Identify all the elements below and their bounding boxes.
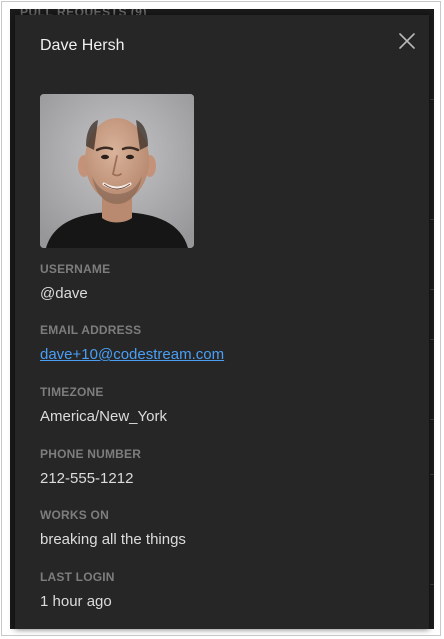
- user-profile-panel: Dave Hersh USERNAME @dave EMAIL ADDRESS …: [15, 15, 429, 629]
- works-on-label: WORKS ON: [40, 508, 109, 522]
- timezone-label: TIMEZONE: [40, 385, 104, 399]
- last-login-label: LAST LOGIN: [40, 570, 115, 584]
- profile-name: Dave Hersh: [40, 37, 125, 54]
- close-button[interactable]: [398, 32, 416, 50]
- timezone-value: America/New_York: [40, 408, 167, 425]
- avatar: [40, 94, 194, 248]
- close-icon: [399, 33, 415, 49]
- phone-label: PHONE NUMBER: [40, 447, 142, 461]
- works-on-value: breaking all the things: [40, 531, 186, 548]
- last-login-value: 1 hour ago: [40, 593, 112, 610]
- email-label: EMAIL ADDRESS: [40, 323, 142, 337]
- avatar-photo: [40, 94, 194, 248]
- phone-value: 212-555-1212: [40, 470, 134, 487]
- username-label: USERNAME: [40, 262, 111, 276]
- email-link[interactable]: dave+10@codestream.com: [40, 346, 224, 363]
- username-value: @dave: [40, 285, 88, 302]
